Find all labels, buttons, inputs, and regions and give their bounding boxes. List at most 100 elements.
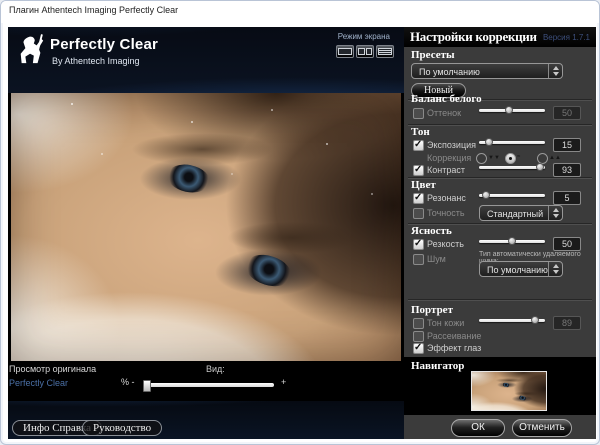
screen-mode-split-button[interactable] bbox=[356, 45, 374, 58]
sharpen-slider[interactable] bbox=[479, 237, 545, 246]
tone-header: Тон bbox=[411, 126, 430, 138]
sharpen-label: Резкость bbox=[427, 239, 464, 249]
right-eye bbox=[517, 395, 527, 402]
fidelity-selected-value: Стандартный bbox=[487, 209, 543, 219]
exposure-label: Экспозиция bbox=[427, 140, 476, 150]
fidelity-label: Точность bbox=[427, 208, 465, 218]
exposure-value[interactable]: 15 bbox=[553, 138, 581, 152]
view-label: Вид: bbox=[206, 364, 225, 374]
diffusion-checkbox[interactable] bbox=[413, 331, 424, 342]
preset-selected-value: По умолчанию bbox=[419, 67, 480, 77]
left-eye bbox=[502, 382, 511, 388]
zoom-minus-label[interactable]: % - bbox=[121, 377, 135, 387]
color-header: Цвет bbox=[411, 179, 436, 191]
fidelity-checkbox[interactable] bbox=[413, 208, 424, 219]
clarity-header: Ясность bbox=[411, 225, 452, 237]
title-bar: Плагин Athentech Imaging Perfectly Clear bbox=[1, 1, 599, 23]
noise-type-select[interactable]: По умолчанию bbox=[479, 261, 563, 277]
slider-track bbox=[479, 166, 545, 169]
contrast-value[interactable]: 93 bbox=[553, 163, 581, 177]
spinner-arrows-icon[interactable] bbox=[548, 262, 562, 276]
screen-mode-label: Режим экрана bbox=[338, 32, 390, 41]
viewer-header: Perfectly Clear By Athentech Imaging Реж… bbox=[8, 27, 404, 93]
tint-checkbox[interactable] bbox=[413, 108, 424, 119]
stacked-pane-icon bbox=[378, 48, 392, 55]
split-pane-icon bbox=[358, 48, 365, 55]
vibrancy-slider[interactable] bbox=[479, 191, 545, 200]
preset-select[interactable]: По умолчанию bbox=[411, 63, 563, 79]
zoom-plus-label[interactable]: + bbox=[281, 377, 286, 387]
tint-slider[interactable] bbox=[479, 106, 545, 115]
skin-tone-checkbox[interactable] bbox=[413, 318, 424, 329]
spinner-arrows-icon[interactable] bbox=[548, 206, 562, 220]
plugin-window: Плагин Athentech Imaging Perfectly Clear… bbox=[0, 0, 600, 445]
navigator-header: Навигатор bbox=[411, 360, 464, 372]
skin-tone-value[interactable]: 89 bbox=[553, 316, 581, 330]
viewer-bottom-strip: Просмотр оригинала Perfectly Clear Вид: … bbox=[8, 361, 404, 401]
tint-value[interactable]: 50 bbox=[553, 106, 581, 120]
lighten-arrows-icon: ▲▲ bbox=[549, 155, 561, 161]
portrait-header: Портрет bbox=[411, 304, 453, 316]
vibrancy-checkbox[interactable] bbox=[413, 193, 424, 204]
eye-effect-label: Эффект глаз bbox=[427, 343, 481, 353]
exposure-slider[interactable] bbox=[479, 138, 545, 147]
skin-tone-slider[interactable] bbox=[479, 316, 545, 325]
screen-mode-single-button[interactable] bbox=[336, 45, 354, 58]
sharpen-value[interactable]: 50 bbox=[553, 237, 581, 251]
left-eye bbox=[165, 161, 213, 196]
panel-title: Настройки коррекции bbox=[410, 29, 537, 45]
vibrancy-value[interactable]: 5 bbox=[553, 191, 581, 205]
contrast-label: Контраст bbox=[427, 165, 465, 175]
cancel-button[interactable]: Отменить bbox=[512, 419, 572, 437]
slider-knob[interactable] bbox=[485, 138, 493, 146]
version-label: Версия 1.7.1 bbox=[543, 33, 590, 42]
ok-button[interactable]: ОК bbox=[451, 419, 505, 437]
action-bar: ОК Отменить bbox=[404, 415, 596, 439]
divider bbox=[408, 124, 592, 126]
athentech-logo-icon bbox=[16, 34, 46, 71]
fidelity-select[interactable]: Стандартный bbox=[479, 205, 563, 221]
viewer-footer: Инфо Справка Руководство bbox=[8, 401, 404, 439]
guide-button[interactable]: Руководство bbox=[82, 420, 162, 436]
navigator-thumbnail-image bbox=[472, 372, 547, 411]
diffusion-label: Рассеивание bbox=[427, 331, 481, 341]
slider-knob[interactable] bbox=[536, 163, 544, 171]
presets-header: Пресеты bbox=[411, 49, 455, 61]
navigator-thumbnail[interactable] bbox=[471, 371, 547, 411]
spinner-arrows-icon[interactable] bbox=[548, 64, 562, 78]
sharpen-checkbox[interactable] bbox=[413, 239, 424, 250]
contrast-checkbox[interactable] bbox=[413, 165, 424, 176]
eye-effect-checkbox[interactable] bbox=[413, 343, 424, 354]
tint-label: Оттенок bbox=[427, 108, 461, 118]
slider-knob[interactable] bbox=[508, 237, 516, 245]
slider-knob[interactable] bbox=[482, 191, 490, 199]
original-preview-label[interactable]: Просмотр оригинала bbox=[9, 364, 96, 374]
zoom-slider-knob[interactable] bbox=[143, 380, 151, 392]
white-balance-header: Баланс белого bbox=[411, 93, 482, 105]
window-title: Плагин Athentech Imaging Perfectly Clear bbox=[9, 5, 178, 15]
neutral-icon: ≈ bbox=[517, 154, 520, 160]
viewer-area: Perfectly Clear By Athentech Imaging Реж… bbox=[8, 27, 404, 439]
noise-selected-value: По умолчанию bbox=[487, 265, 548, 275]
navigator-band: Навигатор bbox=[404, 357, 596, 415]
split-pane-icon bbox=[366, 48, 373, 55]
noise-checkbox[interactable] bbox=[413, 254, 424, 265]
divider bbox=[408, 299, 592, 301]
preview-image[interactable] bbox=[11, 93, 401, 361]
skin-tone-label: Тон кожи bbox=[427, 318, 464, 328]
correction-settings-panel: Настройки коррекции Версия 1.7.1 Пресеты… bbox=[404, 27, 596, 439]
exposure-checkbox[interactable] bbox=[413, 140, 424, 151]
noise-label: Шум bbox=[427, 254, 446, 264]
plugin-link[interactable]: Perfectly Clear bbox=[9, 378, 68, 388]
brand-subtitle: By Athentech Imaging bbox=[52, 56, 140, 66]
contrast-slider[interactable] bbox=[479, 163, 545, 172]
slider-knob[interactable] bbox=[531, 316, 539, 324]
zoom-slider[interactable] bbox=[144, 383, 274, 387]
brand-title: Perfectly Clear bbox=[50, 36, 158, 53]
panel-header: Настройки коррекции Версия 1.7.1 bbox=[404, 27, 596, 47]
single-pane-icon bbox=[338, 48, 352, 55]
screen-mode-stacked-button[interactable] bbox=[376, 45, 394, 58]
vibrancy-label: Резонанс bbox=[427, 193, 466, 203]
correction-label: Коррекция bbox=[427, 153, 471, 163]
slider-knob[interactable] bbox=[505, 106, 513, 114]
